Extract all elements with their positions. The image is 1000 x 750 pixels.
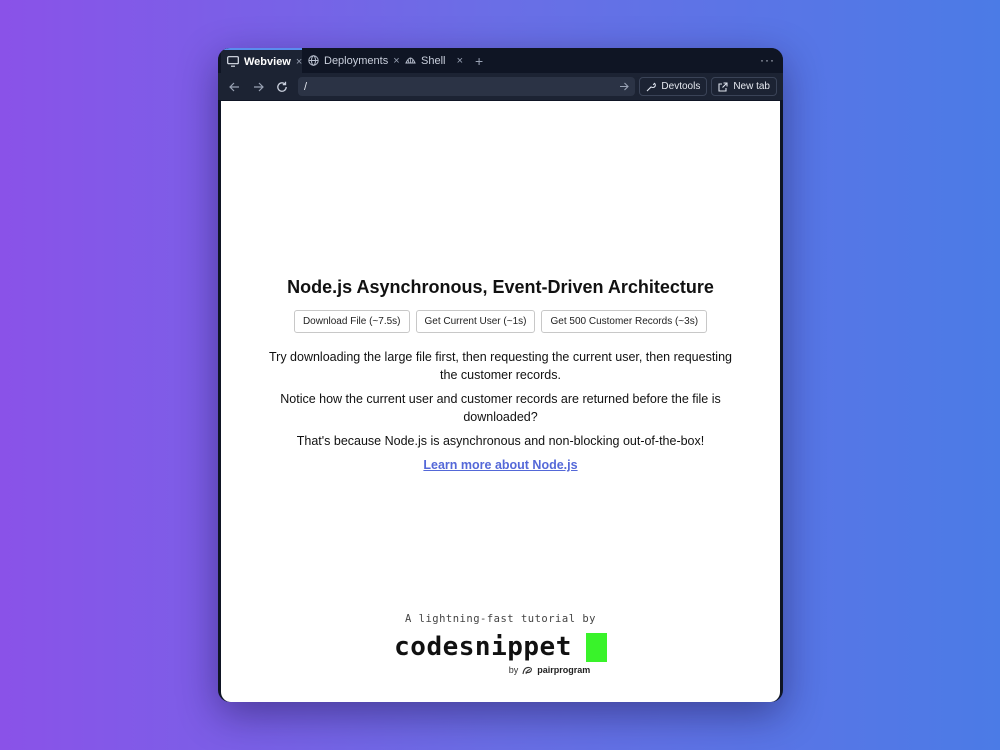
page-content: Node.js Asynchronous, Event-Driven Archi…: [221, 277, 780, 474]
tab-bar: Webview × Deployments × Shell × + ···: [218, 48, 783, 73]
monitor-icon: [227, 56, 239, 67]
tab-label: Shell: [421, 54, 446, 67]
explanation-text: That's because Node.js is asynchronous a…: [296, 434, 705, 448]
globe-icon: [308, 55, 319, 66]
tab-webview[interactable]: Webview ×: [221, 48, 302, 73]
new-tab-button[interactable]: New tab: [711, 77, 777, 96]
pairprogram-logo-icon: [522, 666, 533, 674]
byline: by pairprogram: [319, 665, 780, 675]
tab-label: Deployments: [324, 54, 389, 67]
url-input[interactable]: /: [304, 81, 619, 93]
brand-name: pairprogram: [537, 665, 591, 675]
tab-label: Webview: [244, 55, 291, 68]
logo-text: codesnippet: [394, 632, 572, 662]
download-file-button[interactable]: Download File (~7.5s): [293, 310, 410, 333]
learn-more-link[interactable]: Learn more about Node.js: [423, 458, 577, 472]
browser-toolbar: / Devtools New tab: [218, 73, 783, 100]
more-menu-icon[interactable]: ···: [760, 53, 775, 67]
get-current-user-button[interactable]: Get Current User (~1s): [415, 310, 536, 333]
tab-deployments[interactable]: Deployments ×: [302, 48, 400, 73]
footer: A lightning-fast tutorial by codesnippet…: [221, 613, 780, 675]
tab-shell[interactable]: Shell ×: [399, 48, 469, 73]
go-arrow-icon[interactable]: [619, 80, 630, 94]
webview-viewport: Node.js Asynchronous, Event-Driven Archi…: [221, 101, 780, 702]
get-customer-records-button[interactable]: Get 500 Customer Records (~3s): [541, 310, 708, 333]
back-icon[interactable]: [224, 77, 244, 97]
devtools-label: Devtools: [661, 81, 701, 92]
new-tab-label: New tab: [733, 81, 770, 92]
forward-icon[interactable]: [248, 77, 268, 97]
shell-icon: [405, 57, 416, 64]
notice-text: Notice how the current user and customer…: [280, 392, 721, 424]
codesnippet-logo: codesnippet: [221, 632, 780, 662]
tagline: A lightning-fast tutorial by: [404, 613, 596, 625]
devtools-button[interactable]: Devtools: [639, 77, 708, 96]
by-label: by: [508, 665, 519, 675]
instruction-text: Try downloading the large file first, th…: [268, 350, 732, 382]
close-icon[interactable]: ×: [457, 55, 463, 67]
add-tab-button[interactable]: +: [469, 48, 489, 73]
reload-icon[interactable]: [272, 77, 292, 97]
wrench-icon: [647, 82, 657, 91]
url-bar[interactable]: /: [298, 77, 636, 96]
external-link-icon: [718, 81, 728, 92]
action-buttons: Download File (~7.5s) Get Current User (…: [221, 310, 780, 333]
page-title: Node.js Asynchronous, Event-Driven Archi…: [287, 277, 714, 297]
cursor-block-icon: [585, 632, 607, 662]
browser-window: Webview × Deployments × Shell × + ··· /: [218, 48, 783, 702]
